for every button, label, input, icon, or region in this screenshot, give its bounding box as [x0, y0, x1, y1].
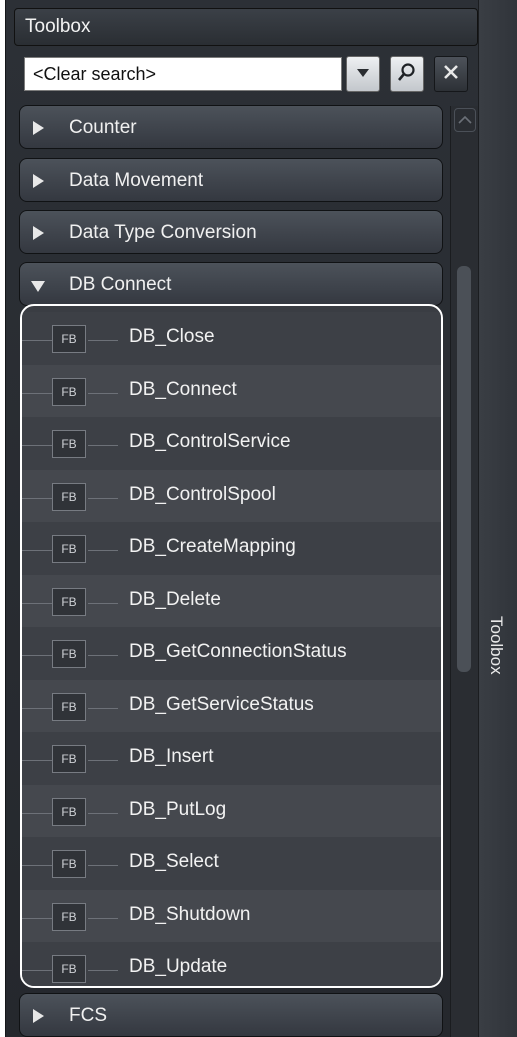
search-icon — [397, 62, 417, 87]
toolbox-item-db-connect[interactable]: FB DB_Connect — [22, 364, 441, 417]
item-label: DB_Connect — [129, 378, 237, 400]
vertical-scrollbar[interactable] — [450, 106, 479, 1037]
chevron-up-icon — [458, 111, 472, 129]
category-label: DB Connect — [69, 274, 172, 295]
item-label: DB_PutLog — [129, 798, 227, 820]
category-label: Data Movement — [69, 170, 204, 191]
item-label: DB_Shutdown — [129, 903, 251, 925]
search-input-value: <Clear search> — [33, 64, 157, 84]
category-label: FCS — [69, 1005, 107, 1026]
category-fcs[interactable]: FCS — [19, 993, 443, 1037]
expand-arrow-icon — [33, 121, 44, 135]
clear-search-button[interactable] — [434, 56, 468, 92]
toolbox-item-db-select[interactable]: FB DB_Select — [22, 837, 441, 890]
function-block-icon: FB — [52, 797, 86, 826]
function-block-icon: FB — [52, 482, 86, 511]
item-label: DB_Delete — [129, 588, 221, 610]
expand-arrow-icon — [33, 226, 44, 240]
item-label: DB_GetConnectionStatus — [129, 641, 347, 662]
function-block-icon: FB — [52, 325, 86, 353]
category-data-type-conversion[interactable]: Data Type Conversion — [19, 210, 443, 254]
scrollbar-thumb[interactable] — [457, 266, 471, 672]
category-db-connect[interactable]: DB Connect — [19, 262, 443, 306]
function-block-icon: FB — [52, 377, 86, 406]
toolbox-item-db-controlservice[interactable]: FB DB_ControlService — [22, 417, 441, 470]
toolbox-item-db-shutdown[interactable]: FB DB_Shutdown — [22, 889, 441, 942]
toolbox-panel: Toolbox <Clear search> Counter Data Move… — [5, 0, 479, 1037]
toolbox-item-db-controlspool[interactable]: FB DB_ControlSpool — [22, 469, 441, 522]
toolbox-item-db-getservicestatus[interactable]: FB DB_GetServiceStatus — [22, 679, 441, 732]
function-block-icon: FB — [52, 692, 86, 721]
function-block-icon: FB — [52, 955, 86, 983]
function-block-icon: FB — [52, 587, 86, 616]
toolbox-title: Toolbox — [25, 16, 91, 37]
item-label: DB_Close — [129, 326, 215, 347]
item-label: DB_GetServiceStatus — [129, 693, 314, 715]
function-block-icon: FB — [52, 430, 86, 458]
close-icon — [442, 63, 460, 86]
toolbox-item-db-update[interactable]: FB DB_Update — [22, 942, 441, 986]
category-label: Data Type Conversion — [69, 222, 257, 243]
expand-arrow-icon — [33, 1009, 44, 1023]
chevron-down-icon — [356, 65, 370, 83]
expand-arrow-icon — [33, 174, 44, 188]
function-block-icon: FB — [52, 640, 86, 668]
item-label: DB_CreateMapping — [129, 536, 296, 557]
collapse-arrow-icon — [31, 281, 45, 292]
search-button[interactable] — [390, 56, 424, 92]
item-label: DB_Update — [129, 956, 228, 977]
function-block-icon: FB — [52, 535, 86, 563]
toolbox-item-db-close[interactable]: FB DB_Close — [22, 312, 441, 365]
db-connect-item-list: FB DB_Close FB DB_Connect FB DB_ControlS… — [20, 304, 443, 988]
function-block-icon: FB — [52, 745, 86, 773]
toolbox-item-db-putlog[interactable]: FB DB_PutLog — [22, 784, 441, 837]
category-data-movement[interactable]: Data Movement — [19, 158, 443, 202]
function-block-icon: FB — [52, 902, 86, 931]
toolbox-item-db-delete[interactable]: FB DB_Delete — [22, 574, 441, 627]
search-dropdown-button[interactable] — [346, 56, 380, 92]
item-label: DB_ControlService — [129, 431, 291, 452]
scroll-up-button[interactable] — [454, 108, 476, 132]
category-label: Counter — [69, 117, 137, 138]
item-label: DB_Insert — [129, 746, 214, 767]
toolbox-item-db-insert[interactable]: FB DB_Insert — [22, 732, 441, 785]
toolbox-item-db-createmapping[interactable]: FB DB_CreateMapping — [22, 522, 441, 575]
side-tab-label: Toolbox — [487, 616, 506, 675]
toolbox-side-tab[interactable]: Toolbox — [478, 0, 517, 1037]
item-label: DB_Select — [129, 851, 219, 872]
item-label: DB_ControlSpool — [129, 483, 276, 505]
function-block-icon: FB — [52, 850, 86, 878]
search-input[interactable]: <Clear search> — [24, 57, 342, 91]
category-counter[interactable]: Counter — [19, 105, 443, 149]
toolbox-item-db-getconnectionstatus[interactable]: FB DB_GetConnectionStatus — [22, 627, 441, 680]
toolbox-title-bar: Toolbox — [14, 8, 478, 46]
